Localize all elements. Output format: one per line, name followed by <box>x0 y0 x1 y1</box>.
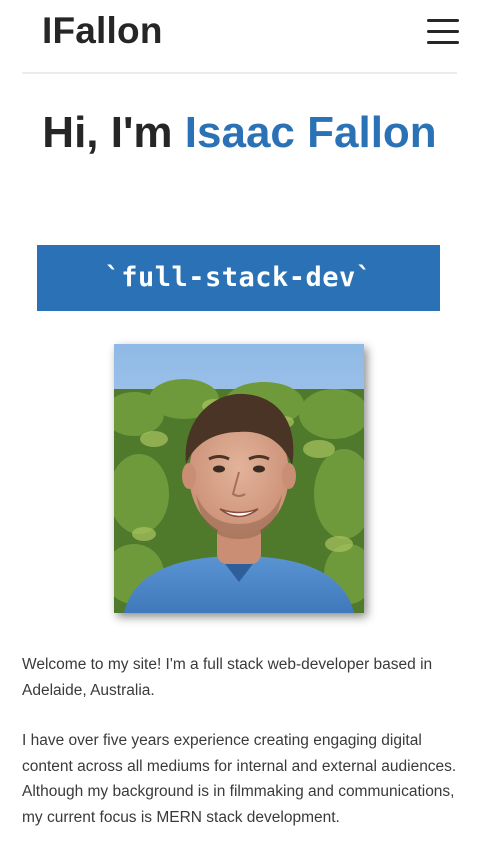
portrait-photo <box>114 344 364 613</box>
hero-name: Isaac Fallon <box>184 108 437 157</box>
navbar: IFallon <box>0 0 479 74</box>
bio-paragraph: I have over five years experience creati… <box>22 732 457 826</box>
menu-bar <box>427 19 459 22</box>
bio-section: Welcome to my site! I'm a full stack web… <box>22 652 462 855</box>
role-badge: `full-stack-dev` <box>37 245 440 311</box>
hero-greeting: Hi, I'm <box>42 108 173 157</box>
menu-bar <box>427 30 459 33</box>
hero-heading: Hi, I'm Isaac Fallon <box>0 96 479 170</box>
nav-divider <box>22 72 457 74</box>
brand-logo[interactable]: IFallon <box>42 10 163 52</box>
menu-bar <box>427 41 459 44</box>
hamburger-menu-icon[interactable] <box>427 16 461 46</box>
bio-paragraph: Welcome to my site! I'm a full stack web… <box>22 656 433 699</box>
